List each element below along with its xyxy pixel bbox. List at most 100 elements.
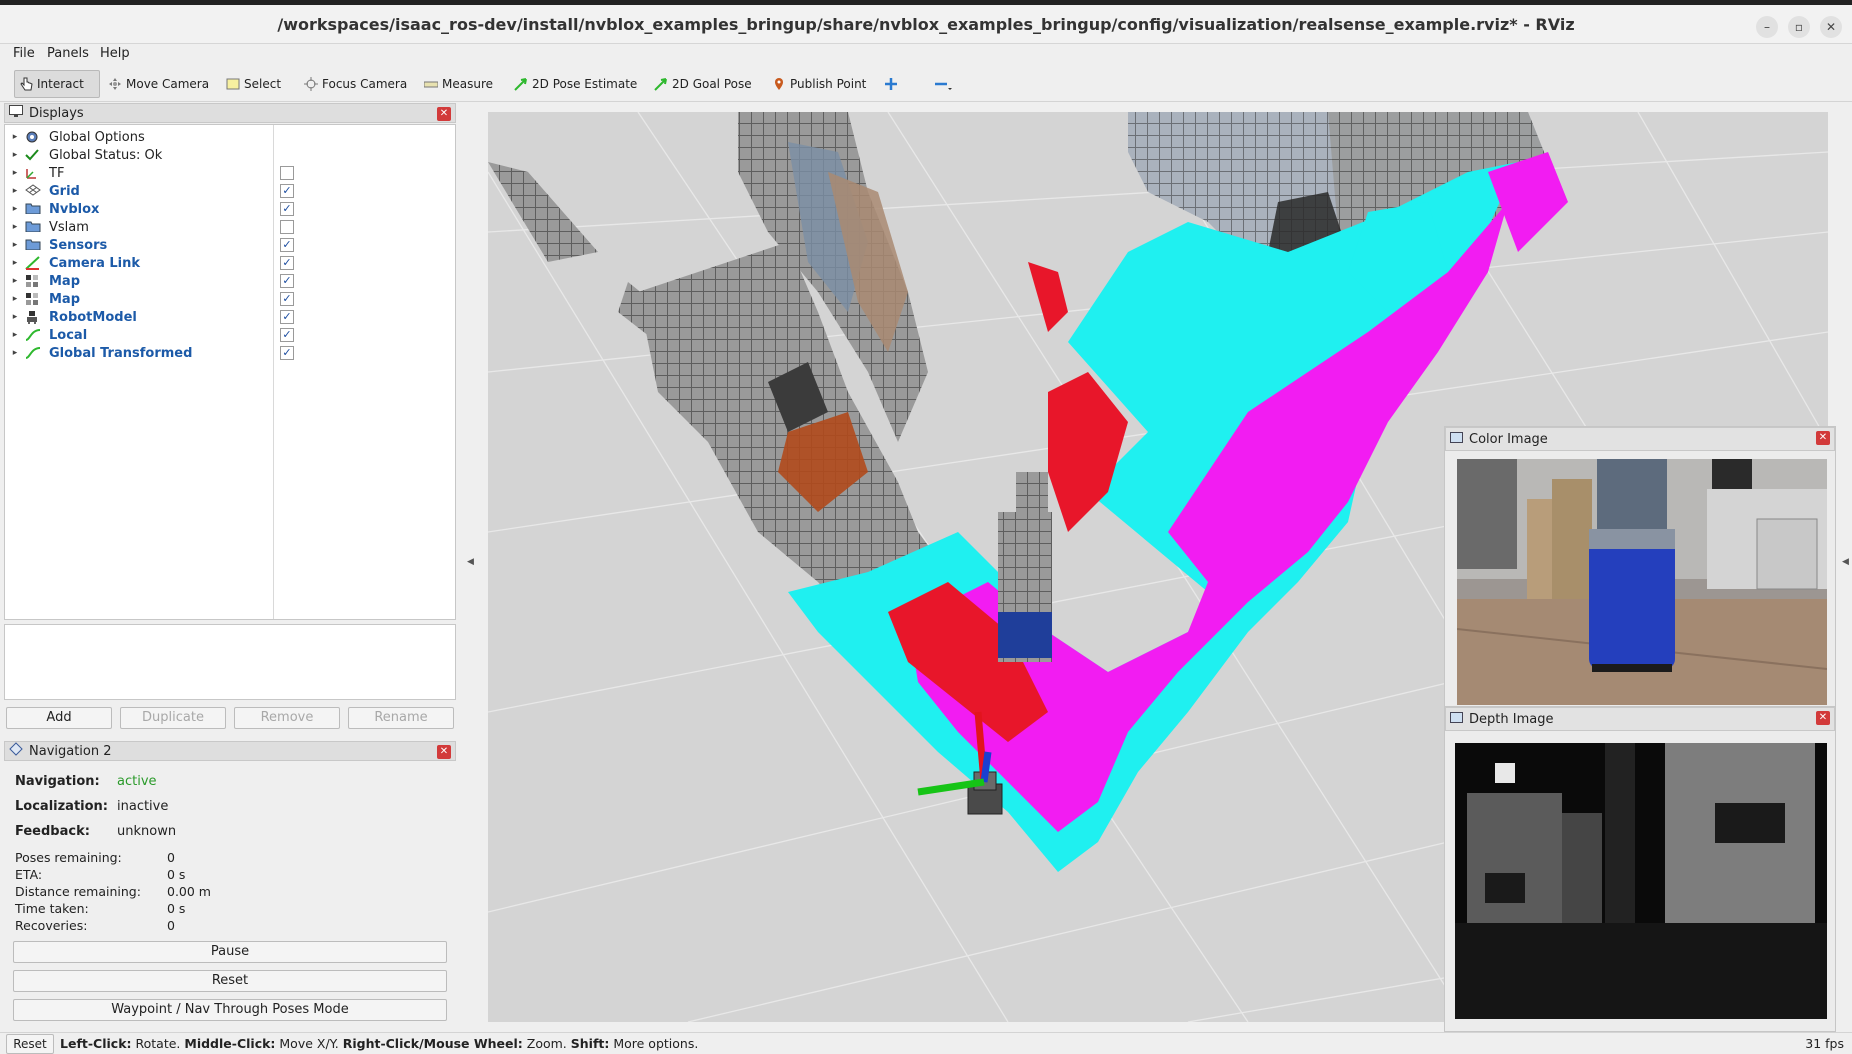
maximize-button[interactable]: ▫: [1788, 16, 1810, 38]
panel-splitter[interactable]: ◀: [458, 102, 488, 1032]
close-window-button[interactable]: ✕: [1820, 16, 1842, 38]
menu-file[interactable]: File: [13, 46, 35, 61]
close-color-image-button[interactable]: ✕: [1816, 431, 1830, 445]
select-tool[interactable]: Select: [222, 70, 285, 98]
publish-point-tool[interactable]: Publish Point: [768, 70, 870, 98]
depth-image-panel: Depth Image ✕: [1444, 706, 1836, 1032]
minus-icon: [934, 77, 952, 91]
menu-panels[interactable]: Panels: [47, 46, 89, 61]
robot-model-icon: [25, 310, 43, 324]
expand-arrow-icon[interactable]: ▸: [5, 204, 25, 214]
color-camera-image: [1457, 459, 1827, 705]
rename-display-button[interactable]: Rename: [348, 707, 454, 729]
display-item-label: Camera Link: [49, 255, 141, 271]
display-enable-checkbox[interactable]: ✓: [280, 310, 294, 324]
display-item-map[interactable]: ▸ Map ✓: [5, 272, 455, 290]
display-enable-checkbox[interactable]: ✓: [280, 346, 294, 360]
eta-value: 0 s: [167, 867, 186, 882]
display-item-camera-link[interactable]: ▸ Camera Link ✓: [5, 254, 455, 272]
close-navigation-button[interactable]: ✕: [437, 745, 451, 759]
duplicate-display-button[interactable]: Duplicate: [120, 707, 226, 729]
add-tool-button[interactable]: [880, 70, 902, 98]
focus-camera-tool[interactable]: Focus Camera: [300, 70, 411, 98]
display-item-vslam[interactable]: ▸ Vslam: [5, 218, 455, 236]
display-enable-checkbox[interactable]: ✓: [280, 238, 294, 252]
waypoint-mode-button[interactable]: Waypoint / Nav Through Poses Mode: [13, 999, 447, 1021]
depth-image-header: Depth Image ✕: [1445, 707, 1835, 731]
remove-display-button[interactable]: Remove: [234, 707, 340, 729]
time-taken-label: Time taken:: [15, 901, 89, 916]
display-enable-checkbox[interactable]: ✓: [280, 274, 294, 288]
color-image-title: Color Image: [1469, 431, 1548, 447]
publish-point-label: Publish Point: [790, 77, 867, 91]
recoveries-label: Recoveries:: [15, 918, 88, 933]
map-icon: [25, 274, 43, 288]
display-item-tf[interactable]: ▸ TF: [5, 164, 455, 182]
expand-arrow-icon[interactable]: ▸: [5, 222, 25, 232]
minimize-button[interactable]: –: [1756, 16, 1778, 38]
folder-icon: [25, 238, 43, 252]
navigation-status-label: Navigation:: [15, 774, 100, 789]
display-item-map[interactable]: ▸ Map ✓: [5, 290, 455, 308]
display-item-label: Grid: [49, 183, 80, 199]
expand-arrow-icon[interactable]: ▸: [5, 258, 25, 268]
collapse-right-icon[interactable]: ◀: [1842, 557, 1849, 567]
feedback-value: unknown: [117, 824, 177, 839]
color-image-panel: Color Image ✕: [1444, 426, 1836, 710]
hint-shift-val: More options.: [609, 1036, 699, 1051]
pose-estimate-label: 2D Pose Estimate: [532, 77, 638, 91]
reset-view-button[interactable]: Reset: [6, 1034, 54, 1054]
interact-tool[interactable]: Interact: [14, 70, 100, 98]
display-item-global-status-ok[interactable]: ▸ Global Status: Ok: [5, 146, 455, 164]
tf-axes-icon: [25, 166, 43, 180]
time-taken-value: 0 s: [167, 901, 186, 916]
display-enable-checkbox[interactable]: ✓: [280, 184, 294, 198]
display-enable-checkbox[interactable]: ✓: [280, 292, 294, 306]
move-camera-icon: [108, 77, 122, 91]
depth-camera-image: [1455, 743, 1827, 1019]
move-camera-tool[interactable]: Move Camera: [104, 70, 213, 98]
display-enable-checkbox[interactable]: ✓: [280, 202, 294, 216]
focus-camera-icon: [304, 77, 318, 91]
add-display-button[interactable]: Add: [6, 707, 112, 729]
expand-arrow-icon[interactable]: ▸: [5, 294, 25, 304]
pause-button[interactable]: Pause: [13, 941, 447, 963]
display-item-local[interactable]: ▸ Local ✓: [5, 326, 455, 344]
expand-arrow-icon[interactable]: ▸: [5, 132, 25, 142]
display-enable-checkbox[interactable]: ✓: [280, 256, 294, 270]
expand-arrow-icon[interactable]: ▸: [5, 330, 25, 340]
display-item-label: Map: [49, 291, 81, 307]
displays-tree: ▸ Global Options ▸ Global Status: Ok ▸ TF ▸ Gri…: [4, 124, 456, 620]
remove-tool-button[interactable]: [930, 70, 952, 98]
select-label: Select: [244, 77, 282, 91]
display-item-grid[interactable]: ▸ Grid ✓: [5, 182, 455, 200]
display-item-robotmodel[interactable]: ▸ RobotModel ✓: [5, 308, 455, 326]
collapse-left-icon: ◀: [467, 557, 474, 567]
pose-estimate-tool[interactable]: 2D Pose Estimate: [510, 70, 641, 98]
display-item-global-transformed[interactable]: ▸ Global Transformed ✓: [5, 344, 455, 362]
display-item-nvblox[interactable]: ▸ Nvblox ✓: [5, 200, 455, 218]
expand-arrow-icon[interactable]: ▸: [5, 312, 25, 322]
title-bar: /workspaces/isaac_ros-dev/install/nvblox…: [0, 0, 1852, 44]
display-enable-checkbox[interactable]: ✓: [280, 328, 294, 342]
goal-pose-tool[interactable]: 2D Goal Pose: [650, 70, 756, 98]
eta-label: ETA:: [15, 867, 43, 882]
display-enable-checkbox[interactable]: [280, 220, 294, 234]
display-enable-checkbox[interactable]: [280, 166, 294, 180]
expand-arrow-icon[interactable]: ▸: [5, 240, 25, 250]
expand-arrow-icon[interactable]: ▸: [5, 276, 25, 286]
measure-tool[interactable]: Measure: [420, 70, 497, 98]
display-item-global-options[interactable]: ▸ Global Options: [5, 128, 455, 146]
reset-navigation-button[interactable]: Reset: [13, 970, 447, 992]
expand-arrow-icon[interactable]: ▸: [5, 186, 25, 196]
expand-arrow-icon[interactable]: ▸: [5, 168, 25, 178]
close-displays-button[interactable]: ✕: [437, 107, 451, 121]
display-item-label: Sensors: [49, 237, 108, 253]
hint-right-click-val: Zoom.: [522, 1036, 571, 1051]
close-depth-image-button[interactable]: ✕: [1816, 711, 1830, 725]
menu-help[interactable]: Help: [100, 46, 130, 61]
expand-arrow-icon[interactable]: ▸: [5, 348, 25, 358]
expand-arrow-icon[interactable]: ▸: [5, 150, 25, 160]
display-item-sensors[interactable]: ▸ Sensors ✓: [5, 236, 455, 254]
focus-camera-label: Focus Camera: [322, 77, 408, 91]
